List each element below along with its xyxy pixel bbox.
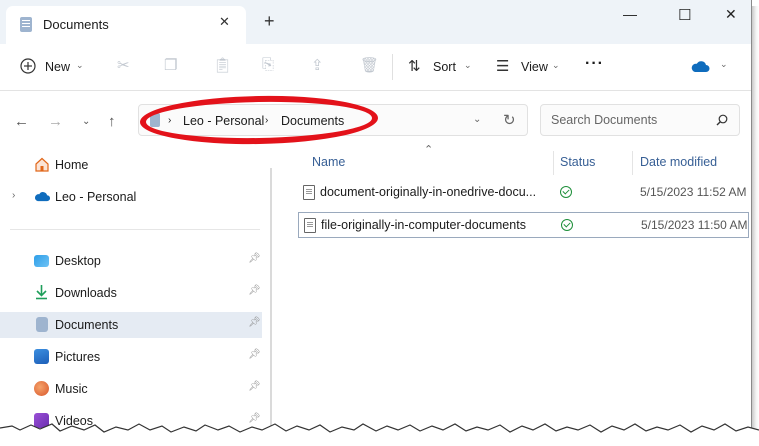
tab-documents[interactable]: Documents ✕: [6, 6, 246, 44]
document-file-icon: [304, 218, 316, 233]
search-box[interactable]: [540, 104, 740, 136]
recent-locations-chevron-icon[interactable]: ⌄: [82, 116, 90, 127]
sidebar-item-music[interactable]: Music 📌︎: [0, 376, 262, 402]
document-file-icon: [303, 185, 315, 200]
sidebar-item-home[interactable]: Home: [0, 152, 262, 178]
chevron-down-icon: ⌄: [76, 60, 84, 70]
table-row[interactable]: document-originally-in-onedrive-docu... …: [298, 180, 749, 206]
pin-icon[interactable]: 📌︎: [248, 317, 261, 328]
onedrive-status-button[interactable]: ⌄: [686, 54, 736, 80]
rename-icon[interactable]: ⎘: [262, 56, 274, 73]
refresh-icon[interactable]: ↻: [503, 111, 516, 129]
search-input[interactable]: [549, 112, 713, 128]
sidebar-item-label: Pictures: [55, 350, 101, 364]
table-row[interactable]: file-originally-in-computer-documents 5/…: [298, 212, 749, 238]
address-history-chevron-icon[interactable]: ⌄: [473, 114, 481, 125]
search-icon[interactable]: [716, 114, 728, 126]
file-date-modified: 5/15/2023 11:52 AM: [640, 185, 747, 199]
share-icon[interactable]: ⇪: [311, 56, 324, 74]
file-date-modified: 5/15/2023 11:50 AM: [641, 218, 748, 232]
minimize-button[interactable]: —: [623, 6, 637, 22]
command-bar: New ⌄ ✂ ❐ 📋︎ ⎘ ⇪ 🗑︎ ⇅ Sort ⌄ ☰ View ⌄ ··…: [0, 44, 751, 91]
paste-icon[interactable]: 📋︎: [213, 56, 232, 74]
sort-icon: ⇅: [408, 58, 421, 75]
sidebar-item-downloads[interactable]: Downloads 📌︎: [0, 280, 262, 306]
column-header-name[interactable]: Name: [312, 155, 345, 169]
expand-chevron-icon[interactable]: ›: [12, 190, 15, 201]
tab-title: Documents: [43, 17, 109, 32]
navigation-pane: Home › Leo - Personal Desktop 📌︎ Downloa…: [0, 149, 268, 446]
tab-close-icon[interactable]: ✕: [219, 14, 230, 30]
view-button[interactable]: ☰ View ⌄: [490, 52, 565, 82]
sort-ascending-chevron-icon: ⌃: [424, 144, 434, 156]
pin-icon[interactable]: 📌︎: [248, 381, 261, 392]
pin-icon[interactable]: 📌︎: [248, 349, 261, 360]
plus-circle-icon: [20, 58, 36, 74]
title-bar: Documents ✕ + — ☐ ✕: [0, 0, 751, 44]
new-label: New: [45, 60, 71, 74]
sidebar-item-label: Leo - Personal: [55, 190, 137, 204]
sidebar-item-leo-personal[interactable]: › Leo - Personal: [0, 184, 262, 210]
chevron-down-icon: ⌄: [464, 60, 472, 70]
synced-check-icon: [560, 186, 572, 198]
onedrive-cloud-icon: [691, 61, 710, 72]
sidebar-item-documents[interactable]: Documents 📌︎: [0, 312, 262, 338]
file-list: ⌃ Name Status Date modified document-ori…: [274, 144, 751, 446]
column-header-date-modified[interactable]: Date modified: [640, 155, 717, 169]
sort-label: Sort: [433, 60, 456, 74]
view-label: View: [521, 60, 548, 74]
copy-icon[interactable]: ❐: [164, 56, 177, 74]
sidebar-item-pictures[interactable]: Pictures 📌︎: [0, 344, 262, 370]
file-name: document-originally-in-onedrive-docu...: [320, 185, 537, 199]
new-button[interactable]: New ⌄: [14, 52, 90, 82]
new-tab-button[interactable]: +: [264, 11, 275, 32]
sidebar-item-desktop[interactable]: Desktop 📌︎: [0, 248, 262, 274]
sidebar-separator: [10, 229, 260, 230]
cut-icon[interactable]: ✂: [117, 56, 130, 74]
sidebar-item-label: Downloads: [55, 286, 117, 300]
sidebar-item-label: Documents: [55, 318, 119, 332]
pin-icon[interactable]: 📌︎: [248, 253, 261, 264]
column-header-status[interactable]: Status: [560, 155, 595, 169]
back-arrow-icon[interactable]: ←: [14, 113, 29, 130]
sidebar-item-label: Music: [55, 382, 88, 396]
file-explorer-window: Documents ✕ + — ☐ ✕ New ⌄ ✂ ❐ 📋︎ ⎘ ⇪ 🗑︎ …: [0, 0, 752, 446]
pane-splitter[interactable]: [270, 168, 272, 446]
chevron-down-icon: ⌄: [720, 59, 728, 69]
forward-arrow-icon[interactable]: →: [48, 113, 63, 130]
music-icon: [34, 381, 49, 396]
sidebar-item-label: Home: [55, 158, 89, 172]
documents-folder-icon: [20, 17, 32, 32]
onedrive-icon: [34, 192, 51, 202]
maximize-button[interactable]: ☐: [678, 6, 691, 24]
file-name: file-originally-in-computer-documents: [321, 218, 526, 232]
column-separator[interactable]: [632, 151, 633, 175]
sidebar-item-label: Desktop: [55, 254, 101, 268]
documents-icon: [36, 317, 48, 332]
window-shadow: [752, 6, 759, 446]
desktop-icon: [34, 255, 49, 267]
pin-icon[interactable]: 📌︎: [248, 285, 261, 296]
more-options-button[interactable]: ···: [585, 55, 604, 73]
close-button[interactable]: ✕: [725, 6, 737, 23]
pictures-icon: [34, 349, 49, 364]
download-icon: [36, 285, 47, 300]
torn-edge-decoration: [0, 423, 759, 446]
sort-button[interactable]: ⇅ Sort ⌄: [402, 52, 477, 82]
home-icon: [35, 157, 49, 172]
delete-icon[interactable]: 🗑︎: [360, 56, 379, 74]
chevron-down-icon: ⌄: [552, 60, 560, 70]
synced-check-icon: [561, 219, 573, 231]
view-icon: ☰: [496, 58, 510, 75]
up-arrow-icon[interactable]: ↑: [108, 113, 116, 130]
column-separator[interactable]: [553, 151, 554, 175]
toolbar-separator: [392, 54, 393, 80]
